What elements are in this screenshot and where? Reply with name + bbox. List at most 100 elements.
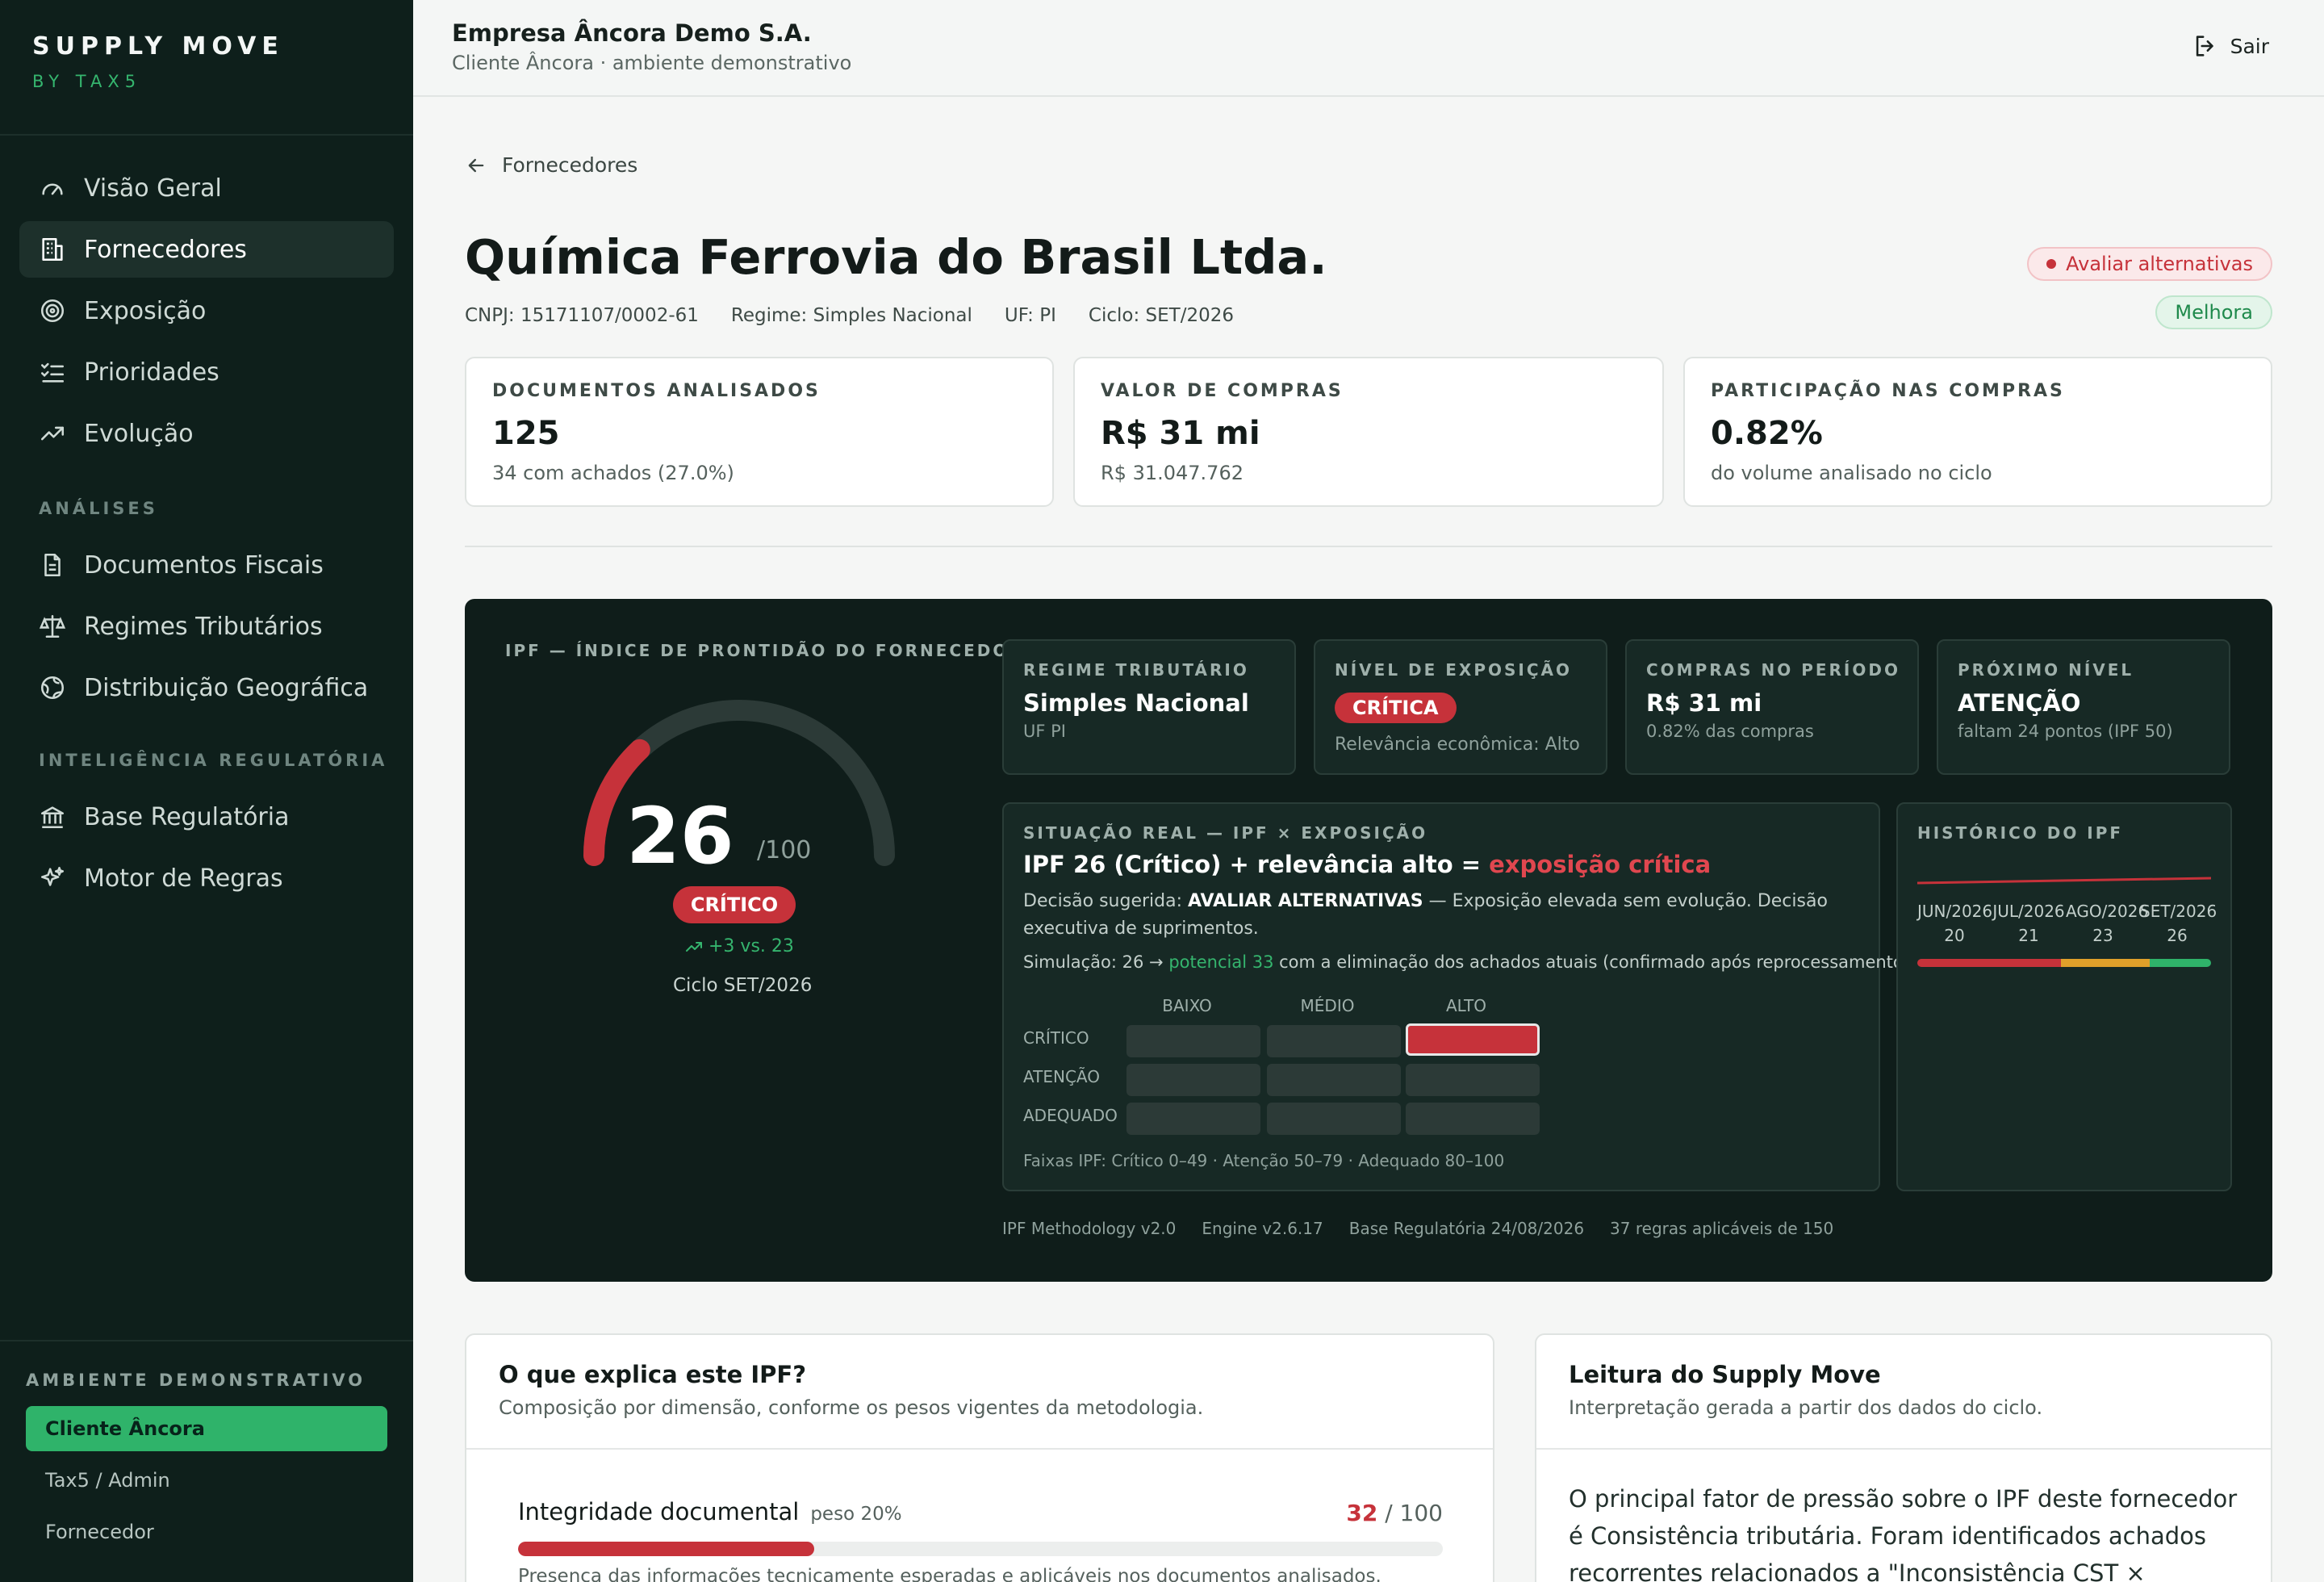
history-month-label: JUN/2026 [1917,902,1993,921]
simulation-prefix: Simulação: 26 → [1023,952,1169,972]
headline-highlight: exposição crítica [1489,851,1712,878]
nav-item-prioridades[interactable]: Prioridades [19,344,394,400]
matrix-cell [1126,1103,1260,1135]
engine-version: Engine v2.6.17 [1202,1219,1323,1238]
stat-value: 125 [492,415,560,452]
reading-text: O principal fator de pressão sobre o IPF… [1569,1485,2238,1582]
stat-sub: do volume analisado no ciclo [1711,462,1992,484]
nav-item-regimes-tributarios[interactable]: Regimes Tributários [19,598,394,655]
globe-icon [40,676,65,700]
stat-card-documentos: DOCUMENTOS ANALISADOS 125 34 com achados… [465,357,1054,507]
card-sub: 0.82% das compras [1646,722,1814,741]
bank-icon [40,806,65,829]
back-link[interactable]: Fornecedores [465,153,637,177]
trending-up-icon [40,426,65,441]
matrix-col-baixo: BAIXO [1162,996,1212,1015]
card-proximo-nivel: PRÓXIMO NÍVEL ATENÇÃO faltam 24 pontos (… [1937,639,2230,775]
brand-logo[interactable]: SUPPLY MOVE BY TAX5 [32,32,284,91]
explain-subtitle: Composição por dimensão, conforme os pes… [499,1396,1204,1419]
rules-count: 37 regras aplicáveis de 150 [1610,1219,1834,1238]
nav-item-exposicao[interactable]: Exposição [19,282,394,339]
reading-card: Leitura do Supply Move Interpretação ger… [1535,1333,2272,1582]
card-label: NÍVEL DE EXPOSIÇÃO [1335,660,1572,680]
ipf-trend: +3 vs. 23 [684,936,794,956]
nav-item-base-regulatoria[interactable]: Base Regulatória [19,789,394,845]
matrix-cell [1267,1025,1401,1057]
band-critico [1917,959,2062,967]
situation-label: SITUAÇÃO REAL — IPF × EXPOSIÇÃO [1023,823,1428,843]
stat-card-participacao: PARTICIPAÇÃO NAS COMPRAS 0.82% do volume… [1683,357,2272,507]
alert-badge: Avaliar alternativas [2027,247,2272,281]
history-month-label: SET/2026 [2140,902,2217,921]
nav-item-visao-geral[interactable]: Visão Geral [19,160,394,216]
card-label: PRÓXIMO NÍVEL [1958,660,2134,680]
logout-button[interactable]: Sair [2192,32,2269,60]
history-month-value: 21 [2018,926,2039,945]
headline-text: IPF 26 (Crítico) + relevância alto = [1023,851,1490,878]
target-icon [40,299,65,323]
methodology-footer: IPF Methodology v2.0 Engine v2.6.17 Base… [1002,1219,1833,1238]
document-icon [44,553,61,577]
dimension-description: Presença das informações tecnicamente es… [518,1566,1381,1582]
nav-label: Base Regulatória [84,802,290,831]
card-regime-tributario: REGIME TRIBUTÁRIO Simples Nacional UF PI [1002,639,1296,775]
env-option-cliente-ancora[interactable]: Cliente Âncora [26,1406,387,1451]
matrix-row-atencao: ATENÇÃO [1023,1067,1100,1086]
matrix-cell [1267,1064,1401,1096]
stat-sub: R$ 31.047.762 [1101,462,1244,484]
stat-sub: 34 com achados (27.0%) [492,462,734,484]
history-month-value: 26 [2167,926,2188,945]
nav-label: Regimes Tributários [84,612,323,641]
nav-item-fornecedores[interactable]: Fornecedores [19,221,394,278]
stat-label: DOCUMENTOS ANALISADOS [492,381,821,401]
org-subtitle: Cliente Âncora · ambiente demonstrativo [452,52,852,74]
ciclo: Ciclo: SET/2026 [1088,305,1234,326]
history-month-value: 20 [1944,926,1965,945]
stat-value: 0.82% [1711,415,1823,452]
env-option-tax5-admin[interactable]: Tax5 / Admin [26,1458,387,1503]
ipf-level-badge: CRÍTICO [673,886,796,923]
nav-label: Documentos Fiscais [84,550,324,580]
dimension-progress-fill [518,1542,814,1556]
simulation-text: Simulação: 26 → potencial 33 com a elimi… [1023,952,1916,972]
nav-label: Visão Geral [84,174,222,203]
nav-item-motor-de-regras[interactable]: Motor de Regras [19,850,394,906]
dimension-score: 32 / 100 [1346,1500,1443,1526]
sidebar: SUPPLY MOVE BY TAX5 Visão Geral Forneced… [0,0,413,1582]
history-month: JUL/2026 21 [1992,899,2066,948]
ipf-bands: Faixas IPF: Crítico 0–49 · Atenção 50–79… [1023,1151,1505,1170]
card-value: R$ 31 mi [1646,689,1762,717]
section-label-inteligencia: INTELIGÊNCIA REGULATÓRIA [39,751,388,770]
regime: Regime: Simples Nacional [730,305,972,326]
back-label: Fornecedores [502,153,638,177]
reading-subtitle: Interpretação gerada a partir dos dados … [1569,1396,2043,1419]
stat-label: VALOR DE COMPRAS [1101,381,1344,401]
matrix-cell [1267,1103,1401,1135]
band-adequado [2149,959,2211,967]
trend-badge: Melhora [2155,295,2272,329]
card-divider [1536,1448,2271,1450]
ipf-score: 26 [626,791,734,881]
dimension-score-max: / 100 [1377,1500,1443,1526]
situation-headline: IPF 26 (Crítico) + relevância alto = exp… [1023,851,1711,878]
page-title: Química Ferrovia do Brasil Ltda. [465,229,1327,285]
history-label: HISTÓRICO DO IPF [1917,823,2124,843]
matrix-row-adequado: ADEQUADO [1023,1106,1118,1125]
env-option-fornecedor[interactable]: Fornecedor [26,1509,387,1555]
simulation-highlight: potencial 33 [1168,952,1274,972]
card-label: COMPRAS NO PERÍODO [1646,660,1900,680]
history-card: HISTÓRICO DO IPF JUN/2026 20 JUL/2026 21 A… [1896,802,2232,1191]
nav-item-distribuicao-geografica[interactable]: Distribuição Geográfica [19,659,394,716]
nav-label: Distribuição Geográfica [84,673,369,702]
card-sub: UF PI [1023,722,1066,741]
nav-item-documentos-fiscais[interactable]: Documentos Fiscais [19,537,394,593]
dimension-name: Integridade documental peso 20% [518,1498,902,1526]
card-divider [466,1448,1493,1450]
nav-item-evolucao[interactable]: Evolução [19,405,394,462]
reading-title: Leitura do Supply Move [1569,1361,1881,1388]
dimension-progress [518,1542,1443,1556]
matrix-cell-highlighted [1406,1023,1540,1056]
history-month-value: 23 [2092,926,2113,945]
ipf-score-max: /100 [757,836,812,864]
cnpj: CNPJ: 15171107/0002-61 [465,305,699,326]
